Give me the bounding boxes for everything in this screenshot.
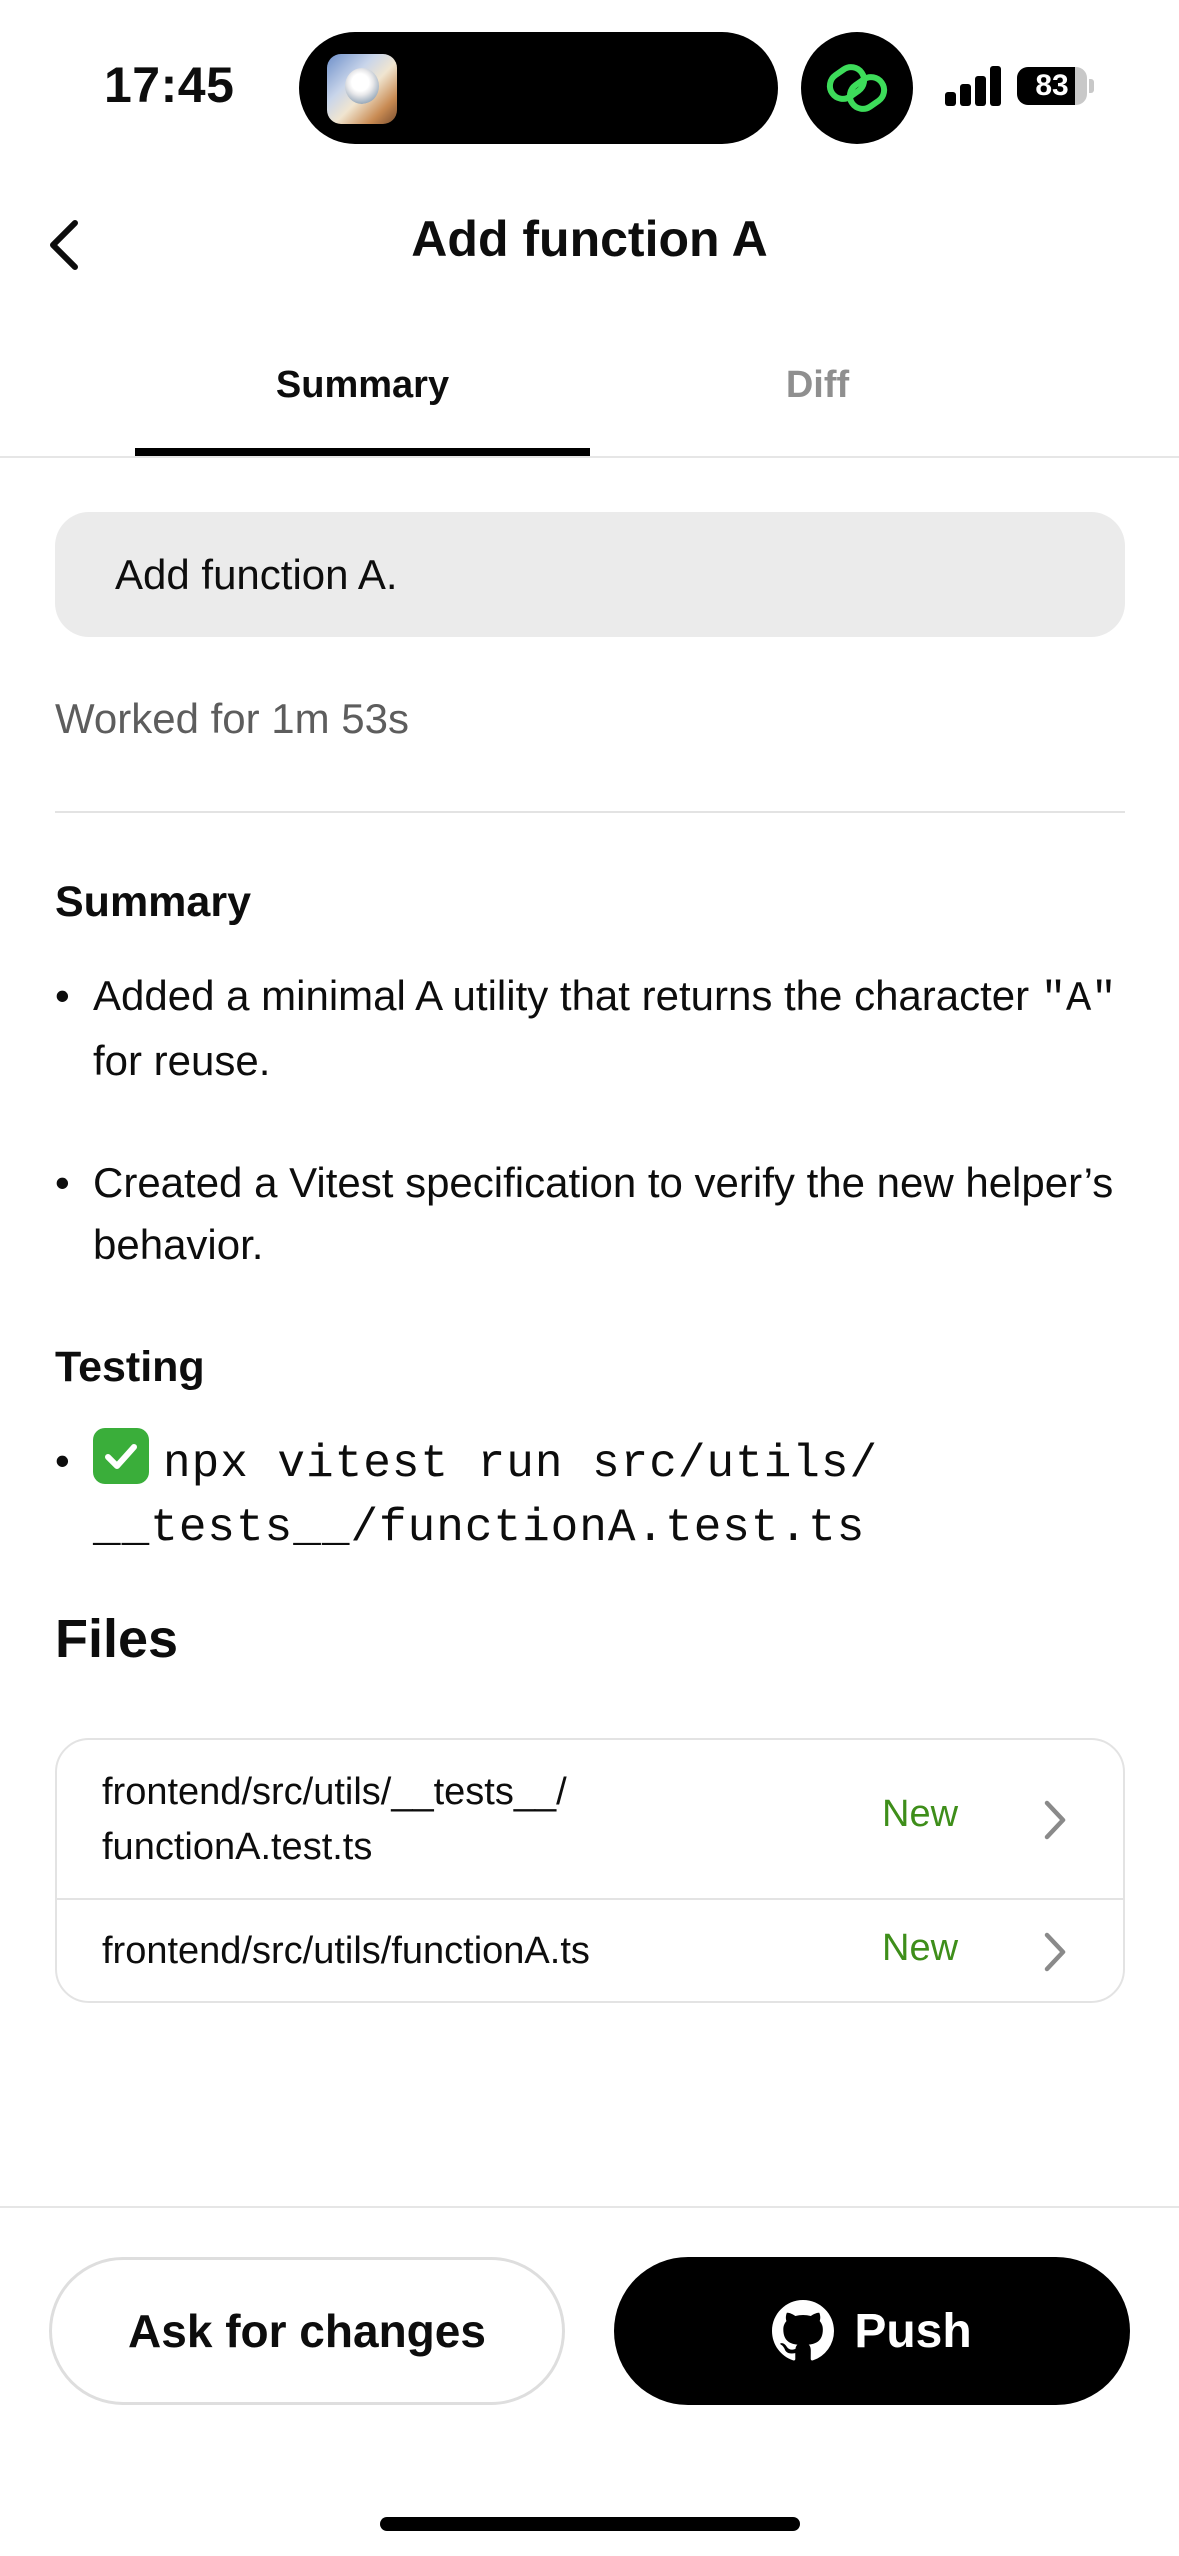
worked-duration: Worked for 1m 53s bbox=[55, 695, 410, 742]
chevron-right-icon bbox=[1044, 1800, 1066, 1840]
test-command-line1: npx vitest run src/utils/ bbox=[163, 1438, 879, 1490]
live-activity-thumbnail bbox=[327, 54, 397, 124]
prompt-text: Add function A. bbox=[115, 551, 398, 598]
file-row[interactable]: frontend/src/utils/__tests__/ functionA.… bbox=[57, 1740, 1123, 1900]
tab-summary[interactable]: Summary bbox=[135, 355, 590, 415]
file-path: frontend/src/utils/functionA.ts bbox=[102, 1930, 590, 1972]
actions-divider bbox=[0, 2206, 1179, 2208]
bullet-text-part: for reuse. bbox=[93, 1037, 271, 1084]
file-status-badge: New bbox=[882, 1927, 959, 1969]
push-button-label: Push bbox=[854, 2304, 972, 2358]
home-indicator[interactable] bbox=[380, 2517, 800, 2531]
active-tab-indicator bbox=[135, 448, 590, 456]
file-path-line: functionA.test.ts bbox=[102, 1826, 373, 1868]
file-path-line: frontend/src/utils/__tests__/ bbox=[102, 1771, 567, 1813]
testing-heading: Testing bbox=[55, 1343, 205, 1391]
page-title: Add function A bbox=[411, 211, 768, 267]
dynamic-island[interactable] bbox=[299, 32, 778, 144]
battery-percent: 83 bbox=[1035, 69, 1069, 102]
bullet-dot: • bbox=[55, 1159, 70, 1206]
bullet-dot: • bbox=[55, 1437, 70, 1484]
inline-code: "A" bbox=[1040, 975, 1117, 1023]
file-row[interactable]: frontend/src/utils/functionA.ts New bbox=[57, 1900, 1123, 2003]
ask-for-changes-button[interactable]: Ask for changes bbox=[49, 2257, 565, 2405]
tab-divider bbox=[0, 456, 1179, 458]
files-list: frontend/src/utils/__tests__/ functionA.… bbox=[55, 1738, 1125, 2003]
test-command-line2: __tests__/functionA.test.ts bbox=[93, 1502, 866, 1554]
status-time: 17:45 bbox=[104, 57, 235, 113]
battery-cap bbox=[1089, 79, 1094, 93]
test-command: npx vitest run src/utils/ __tests__/func… bbox=[93, 1428, 1123, 1560]
github-icon bbox=[772, 2300, 835, 2361]
files-heading: Files bbox=[55, 1609, 179, 1669]
status-bar: 17:45 83 bbox=[0, 0, 1179, 170]
file-path: frontend/src/utils/__tests__/ functionA.… bbox=[102, 1765, 862, 1875]
bullet-dot: • bbox=[55, 972, 70, 1019]
link-icon bbox=[826, 64, 888, 112]
section-divider bbox=[55, 811, 1125, 813]
live-activity-indicator[interactable] bbox=[801, 32, 913, 144]
chevron-right-icon bbox=[1044, 1932, 1066, 1972]
cellular-signal-icon bbox=[945, 66, 1003, 106]
check-mark-icon bbox=[93, 1428, 149, 1484]
battery-icon: 83 bbox=[1017, 67, 1087, 105]
push-button[interactable]: Push bbox=[614, 2257, 1130, 2405]
bullet-text: Added a minimal A utility that returns t… bbox=[93, 965, 1123, 1092]
tab-diff[interactable]: Diff bbox=[590, 355, 1045, 415]
prompt-bubble: Add function A. bbox=[55, 512, 1125, 637]
bullet-text-part: Added a minimal A utility that returns t… bbox=[93, 972, 1041, 1019]
summary-heading: Summary bbox=[55, 878, 251, 926]
file-status-badge: New bbox=[882, 1793, 959, 1835]
bullet-text: Created a Vitest specification to verify… bbox=[93, 1159, 1114, 1268]
